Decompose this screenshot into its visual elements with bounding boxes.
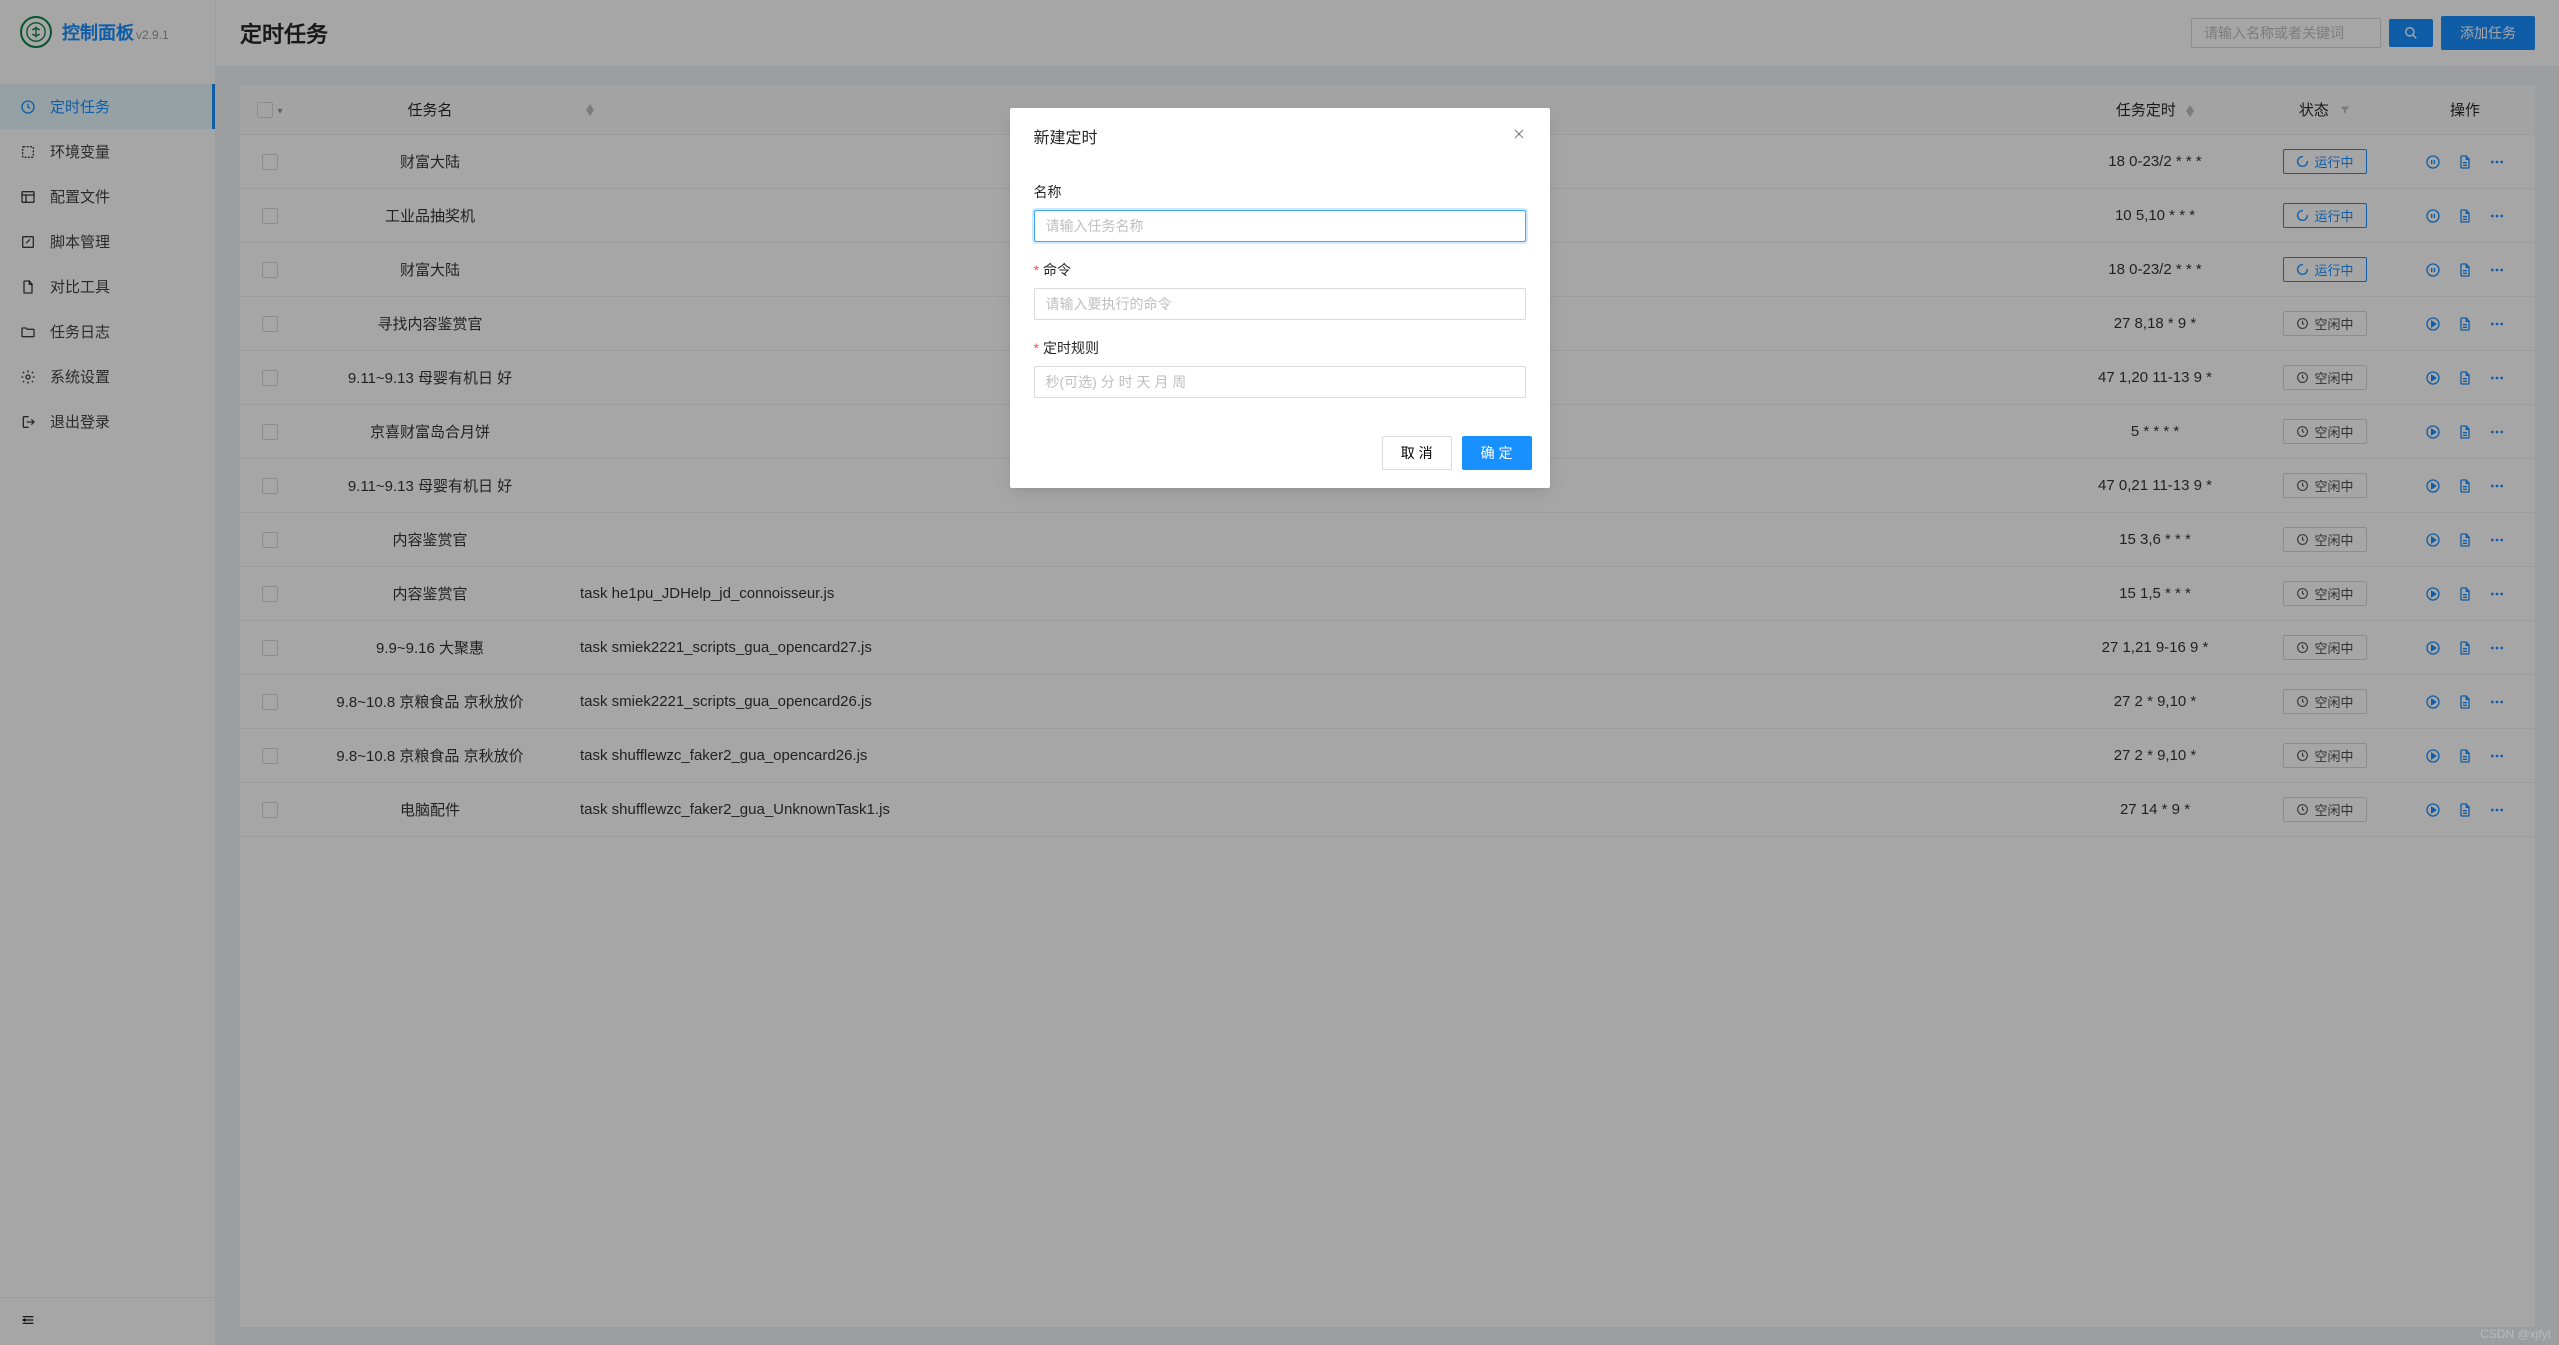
modal-close-button[interactable] [1512,127,1526,146]
field-label-name: 名称 [1034,182,1526,202]
close-icon [1512,127,1526,141]
create-cron-modal: 新建定时 名称 *命令 *定时规则 [1010,108,1550,488]
name-input[interactable] [1034,210,1526,242]
watermark: CSDN @xjfyt [2480,1327,2551,1341]
modal-body: 名称 *命令 *定时规则 [1010,182,1550,422]
modal-header: 新建定时 [1010,108,1550,164]
command-input[interactable] [1034,288,1526,320]
field-label-command: *命令 [1034,260,1526,280]
modal-title: 新建定时 [1034,124,1098,148]
ok-button[interactable]: 确 定 [1462,436,1532,470]
cancel-button[interactable]: 取 消 [1382,436,1452,470]
modal-footer: 取 消 确 定 [1010,422,1550,488]
cron-input[interactable] [1034,366,1526,398]
modal-mask[interactable]: 新建定时 名称 *命令 *定时规则 [0,0,2559,1345]
field-label-cron: *定时规则 [1034,338,1526,358]
